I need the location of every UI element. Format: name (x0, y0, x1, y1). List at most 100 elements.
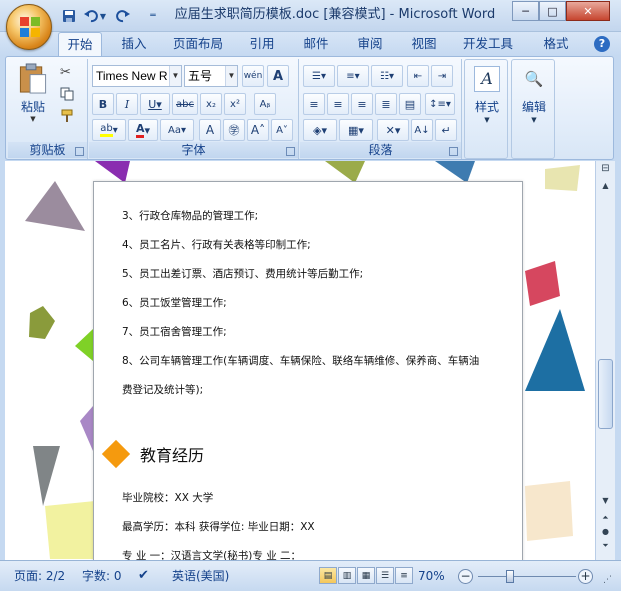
change-case-button[interactable]: Aa▾ (160, 119, 194, 141)
enclose-char-button[interactable]: ㊫ (223, 119, 245, 141)
scroll-thumb[interactable] (598, 359, 613, 429)
full-screen-reading-button[interactable]: ▥ (338, 567, 356, 584)
web-layout-button[interactable]: ▦ (357, 567, 375, 584)
paragraph-launcher-icon[interactable] (449, 147, 458, 156)
italic-button[interactable]: I (116, 93, 138, 115)
styles-button[interactable]: A 样式 ▼ (464, 59, 508, 159)
tab-insert[interactable]: 插入 (112, 32, 156, 56)
strikethrough-button[interactable]: abc (172, 93, 198, 115)
distributed-button[interactable]: ▤ (399, 93, 421, 115)
zoom-slider-track[interactable] (478, 576, 576, 577)
save-icon[interactable] (60, 7, 78, 25)
window-title: 应届生求职简历模板.doc [兼容模式] - Microsoft Word (174, 7, 496, 22)
next-page-icon[interactable]: ⏷ (598, 541, 613, 553)
close-button[interactable]: ✕ (566, 1, 610, 21)
justify-button[interactable]: ≣ (375, 93, 397, 115)
help-icon[interactable]: ? (594, 36, 610, 52)
word-count[interactable]: 字数: 0 (82, 567, 122, 585)
zoom-slider-thumb[interactable] (506, 570, 514, 583)
styles-icon: A (474, 66, 500, 92)
clear-format-button[interactable]: Aᵦ (254, 93, 276, 115)
highlight-button[interactable]: ab ▾ (92, 119, 126, 141)
grow-font-button[interactable]: A˄ (247, 119, 269, 141)
align-right-button[interactable]: ≡ (351, 93, 373, 115)
font-color-button[interactable]: A ▾ (128, 119, 158, 141)
outline-view-button[interactable]: ☰ (376, 567, 394, 584)
borders-button[interactable]: ▦▾ (339, 119, 373, 141)
print-layout-view-button[interactable]: ▤ (319, 567, 337, 584)
tab-home[interactable]: 开始 (58, 32, 102, 56)
char-border-button[interactable]: A (267, 65, 289, 87)
tab-mailings[interactable]: 邮件 (294, 32, 338, 56)
clipboard-launcher-icon[interactable] (75, 147, 84, 156)
bullets-button[interactable]: ☰▾ (303, 65, 335, 87)
format-painter-icon[interactable] (60, 109, 74, 123)
show-marks-button[interactable]: ↵ (435, 119, 457, 141)
chevron-down-icon[interactable]: ▼ (169, 66, 181, 86)
select-browse-object-icon[interactable]: ● (598, 527, 613, 539)
paragraph-line: 5、员工出差订票、酒店预订、费用统计等后勤工作; (122, 268, 364, 280)
styles-label: 样式 (474, 100, 499, 114)
chevron-down-icon[interactable]: ▼ (225, 66, 237, 86)
undo-dropdown-icon[interactable]: ▼ (98, 7, 108, 25)
minimize-button[interactable]: ─ (512, 1, 539, 21)
paragraph-line: 8、公司车辆管理工作(车辆调度、车辆保险、联络车辆维修、保养商、车辆油 (122, 355, 480, 367)
document-area[interactable]: 3、行政仓库物品的管理工作; 4、员工名片、行政有关表格等印制工作; 5、员工出… (5, 161, 595, 560)
resize-grip-icon[interactable]: ⋰ (603, 575, 612, 585)
multilevel-list-button[interactable]: ☷▾ (371, 65, 403, 87)
scroll-up-icon[interactable]: ▲ (598, 181, 613, 195)
paste-button[interactable]: 粘贴 ▼ (16, 63, 50, 123)
cut-icon[interactable]: ✂ (60, 65, 71, 80)
bold-button[interactable]: B (92, 93, 114, 115)
align-left-button[interactable]: ≡ (303, 93, 325, 115)
draft-view-button[interactable]: ≡ (395, 567, 413, 584)
numbering-button[interactable]: ≡▾ (337, 65, 369, 87)
chinese-layout-button[interactable]: ✕▾ (377, 119, 409, 141)
char-shading-button[interactable]: A (199, 119, 221, 141)
maximize-button[interactable]: □ (539, 1, 566, 21)
ribbon-tab-bar: 开始 插入 页面布局 引用 邮件 审阅 视图 开发工具 格式 ? (0, 32, 621, 56)
decrease-indent-button[interactable]: ⇤ (407, 65, 429, 87)
office-button[interactable] (6, 4, 52, 50)
tab-review[interactable]: 审阅 (348, 32, 392, 56)
font-color-icon: A (135, 122, 145, 138)
redo-icon[interactable] (114, 7, 132, 25)
shading-button[interactable]: ◈▾ (303, 119, 337, 141)
language-indicator[interactable]: 英语(美国) (172, 567, 229, 585)
zoom-out-icon[interactable]: − (458, 569, 473, 584)
scroll-down-icon[interactable]: ▼ (598, 496, 613, 508)
tab-developer[interactable]: 开发工具 (456, 32, 520, 56)
tab-view[interactable]: 视图 (402, 32, 446, 56)
tab-references[interactable]: 引用 (240, 32, 284, 56)
phonetic-guide-button[interactable]: wén (242, 65, 264, 87)
zoom-level[interactable]: 70% (418, 567, 445, 585)
title-bar: ▼ ═ 应届生求职简历模板.doc [兼容模式] - Microsoft Wor… (0, 0, 621, 32)
line-spacing-button[interactable]: ↕≡▾ (425, 93, 455, 115)
office-logo-icon (20, 17, 40, 37)
previous-page-icon[interactable]: ⏶ (598, 513, 613, 525)
page-indicator[interactable]: 页面: 2/2 (14, 567, 65, 585)
edu-line: 最高学历：本科 获得学位: 毕业日期：XX (122, 521, 315, 533)
vertical-scrollbar[interactable]: ⊟ ▲ ▼ ⏶ ● ⏷ (595, 161, 615, 560)
font-launcher-icon[interactable] (286, 147, 295, 156)
ruler-toggle-icon[interactable]: ⊟ (598, 163, 613, 179)
tab-page-layout[interactable]: 页面布局 (166, 32, 230, 56)
editing-button[interactable]: 🔍 编辑 ▼ (511, 59, 555, 159)
zoom-in-icon[interactable]: + (578, 569, 593, 584)
superscript-button[interactable]: x² (224, 93, 246, 115)
proofing-icon[interactable]: ✔ (138, 567, 149, 585)
edu-line: 毕业院校：XX 大学 (122, 492, 214, 504)
copy-icon[interactable] (60, 87, 74, 101)
section-diamond-icon (101, 439, 131, 469)
align-center-button[interactable]: ≡ (327, 93, 349, 115)
underline-button[interactable]: U▾ (140, 93, 170, 115)
sort-button[interactable]: A↓ (411, 119, 433, 141)
subscript-button[interactable]: x₂ (200, 93, 222, 115)
tab-format[interactable]: 格式 (534, 32, 578, 56)
document-page[interactable]: 3、行政仓库物品的管理工作; 4、员工名片、行政有关表格等印制工作; 5、员工出… (93, 181, 523, 560)
increase-indent-button[interactable]: ⇥ (431, 65, 453, 87)
font-name-combo[interactable]: Times New R ▼ (92, 65, 182, 87)
group-font: Times New R ▼ 五号 ▼ wén A B I U▾ abc x₂ x… (89, 59, 299, 159)
shrink-font-button[interactable]: A˅ (271, 119, 293, 141)
font-size-combo[interactable]: 五号 ▼ (184, 65, 238, 87)
